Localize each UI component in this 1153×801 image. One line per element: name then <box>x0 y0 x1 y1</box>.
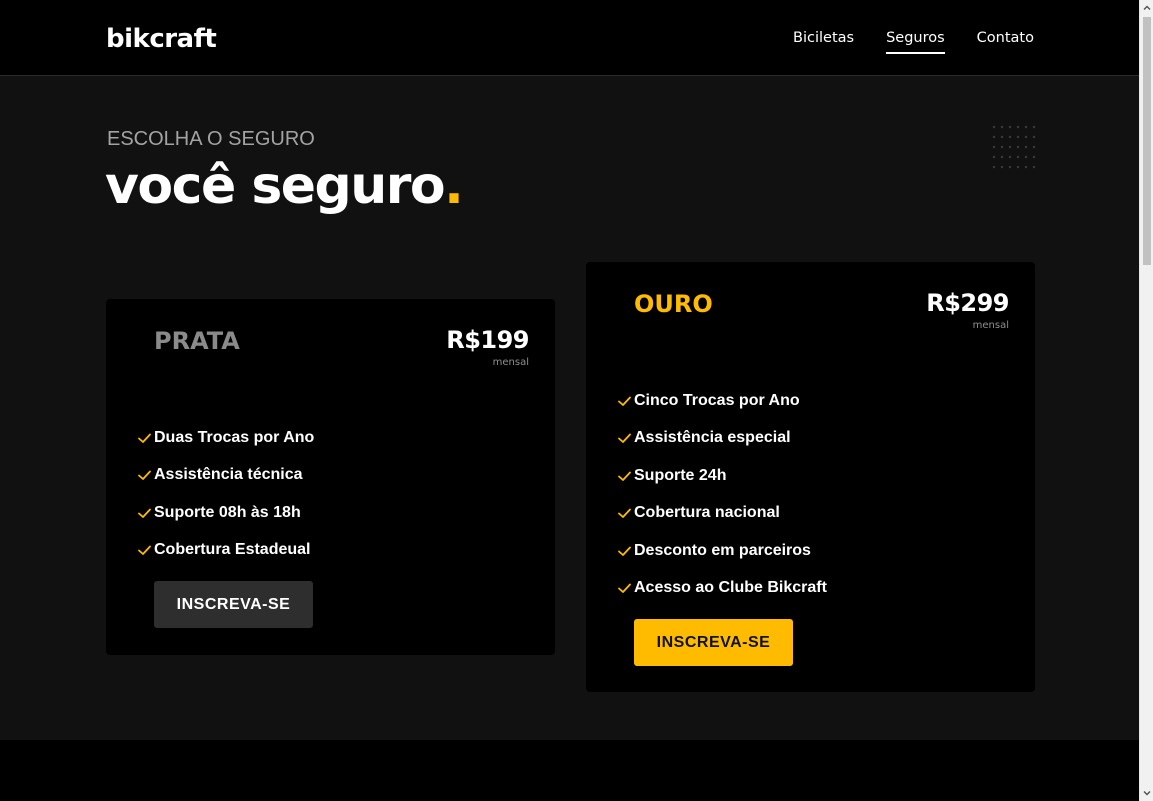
hero-headline-dot: . <box>444 156 464 216</box>
check-icon <box>618 396 631 406</box>
feature-item: Desconto em parceiros <box>616 532 827 570</box>
grid-dot <box>1024 135 1028 139</box>
grid-dot <box>1024 145 1028 149</box>
subscribe-button-ouro[interactable]: INSCREVA-SE <box>634 619 793 666</box>
grid-dot <box>1016 145 1020 149</box>
grid-dot <box>992 135 996 139</box>
dots-grid-icon <box>992 125 1036 169</box>
feature-label: Cinco Trocas por Ano <box>634 391 800 409</box>
feature-item: Assistência técnica <box>136 457 314 495</box>
nav-link-contato[interactable]: Contato <box>977 28 1034 54</box>
check-icon <box>138 470 151 481</box>
grid-dot <box>1008 125 1012 129</box>
feature-label: Cobertura nacional <box>634 504 780 522</box>
grid-dot <box>1008 135 1012 139</box>
nav-link-bicicletas[interactable]: Biciletas <box>793 28 854 54</box>
grid-dot <box>992 145 996 149</box>
grid-dot <box>1024 165 1028 169</box>
feature-item: Duas Trocas por Ano <box>136 419 314 457</box>
check-icon <box>618 433 631 444</box>
feature-label: Duas Trocas por Ano <box>154 428 315 446</box>
feature-list: Duas Trocas por Ano Assistência técnica … <box>136 419 314 569</box>
grid-dot <box>1008 155 1012 159</box>
check-icon <box>138 508 151 518</box>
check-icon <box>618 583 631 594</box>
feature-list: Cinco Trocas por Ano Assistência especia… <box>616 382 827 607</box>
grid-dot <box>1000 165 1004 169</box>
feature-item: Cobertura Estadeual <box>136 532 314 570</box>
plan-period: mensal <box>972 320 1009 331</box>
nav-link-seguros[interactable]: Seguros <box>886 28 945 54</box>
scroll-down-arrow-icon[interactable] <box>1142 788 1152 798</box>
plan-card-prata: PRATA R$199 mensal Duas Trocas por Ano A… <box>106 299 555 655</box>
grid-dot <box>1008 165 1012 169</box>
grid-dot <box>1008 145 1012 149</box>
grid-dot <box>1000 125 1004 129</box>
feature-label: Acesso ao Clube Bikcraft <box>634 579 827 597</box>
feature-label: Assistência especial <box>634 429 791 447</box>
grid-dot <box>992 165 996 169</box>
plan-period: mensal <box>492 357 529 368</box>
check-icon <box>138 545 151 556</box>
check-icon <box>618 471 631 481</box>
feature-item: Acesso ao Clube Bikcraft <box>616 570 827 608</box>
plan-name: OURO <box>634 290 713 318</box>
footer-band <box>0 740 1139 801</box>
grid-dot <box>1016 135 1020 139</box>
grid-dot <box>1000 155 1004 159</box>
site-header: bikcraft Biciletas Seguros Contato <box>0 0 1139 76</box>
grid-dot <box>1000 145 1004 149</box>
subscribe-button-prata[interactable]: INSCREVA-SE <box>154 581 313 628</box>
grid-dot <box>1000 135 1004 139</box>
grid-dot <box>1032 145 1036 149</box>
check-icon <box>138 433 151 443</box>
feature-label: Desconto em parceiros <box>634 541 811 559</box>
scroll-up-arrow-icon[interactable] <box>1142 3 1152 13</box>
grid-dot <box>1032 135 1036 139</box>
hero-subtitle: ESCOLHA O SEGURO <box>107 128 315 150</box>
grid-dot <box>1016 125 1020 129</box>
feature-label: Suporte 08h às 18h <box>154 503 301 521</box>
hero-headline-text: você seguro <box>105 156 446 216</box>
grid-dot <box>1032 155 1036 159</box>
feature-label: Assistência técnica <box>154 466 303 484</box>
plan-card-ouro: OURO R$299 mensal Cinco Trocas por Ano A… <box>586 262 1035 692</box>
feature-item: Cobertura nacional <box>616 495 827 533</box>
plan-name: PRATA <box>154 327 240 355</box>
grid-dot <box>1032 125 1036 129</box>
grid-dot <box>992 125 996 129</box>
check-icon <box>618 508 631 519</box>
vertical-scrollbar[interactable] <box>1139 0 1153 801</box>
feature-item: Cinco Trocas por Ano <box>616 382 827 420</box>
check-icon <box>618 546 631 556</box>
feature-item: Assistência especial <box>616 420 827 458</box>
feature-label: Cobertura Estadeual <box>154 541 311 559</box>
main-nav: Biciletas Seguros Contato <box>793 28 1034 54</box>
plan-price: R$299 <box>926 289 1009 317</box>
grid-dot <box>1016 155 1020 159</box>
hero-headline: você seguro. <box>105 155 464 217</box>
grid-dot <box>1024 125 1028 129</box>
feature-item: Suporte 24h <box>616 457 827 495</box>
grid-dot <box>1032 165 1036 169</box>
feature-item: Suporte 08h às 18h <box>136 494 314 532</box>
plan-price: R$199 <box>446 326 529 354</box>
grid-dot <box>1016 165 1020 169</box>
grid-dot <box>1024 155 1028 159</box>
feature-label: Suporte 24h <box>634 466 727 484</box>
page: bikcraft Biciletas Seguros Contato ESCOL… <box>0 0 1139 801</box>
grid-dot <box>992 155 996 159</box>
scrollbar-thumb[interactable] <box>1143 17 1151 265</box>
logo[interactable]: bikcraft <box>106 22 217 56</box>
